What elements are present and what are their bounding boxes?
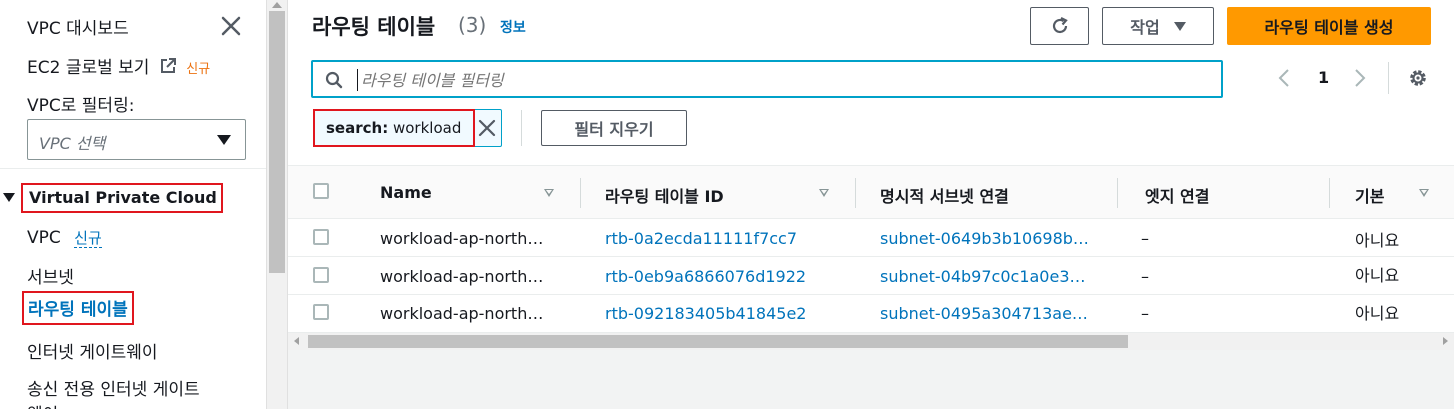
new-badge: 신규 [74,229,102,248]
scroll-left-icon[interactable] [294,337,299,345]
column-header-edge-associations[interactable]: 엣지 연결 [1145,183,1209,207]
cell-route-table-id[interactable]: rtb-0eb9a6866076d1922 [605,267,806,286]
cell-main: 아니요 [1355,231,1400,250]
cell-route-table-id[interactable]: rtb-092183405b41845e2 [605,304,806,323]
sort-icon[interactable] [819,189,829,197]
vpc-filter-label: VPC로 필터링: [27,96,135,116]
sort-icon[interactable] [544,189,554,197]
sidebar-item-route-tables[interactable]: 라우팅 테이블 [22,291,134,325]
page-number[interactable]: 1 [1318,68,1329,87]
clear-filters-button[interactable]: 필터 지우기 [541,110,687,146]
route-table-filter[interactable] [311,60,1223,98]
scroll-right-icon[interactable] [1443,337,1448,345]
filter-token-label: search: workload [326,119,461,137]
gear-icon[interactable] [1408,68,1428,88]
column-header-main[interactable]: 기본 [1355,183,1384,207]
row-checkbox[interactable] [313,304,329,320]
search-icon [325,71,343,89]
text-cursor [357,69,358,91]
table-row[interactable]: workload-ap-north… rtb-092183405b41845e2… [288,295,1454,333]
caret-down-icon [217,135,231,145]
sidebar-item-subnets[interactable]: 서브넷 [27,263,74,288]
caret-down-icon [3,193,15,202]
filter-token-value: workload [392,119,462,137]
search-input[interactable] [361,67,1201,93]
column-resizer[interactable] [1329,178,1330,208]
column-resizer[interactable] [855,178,856,208]
row-checkbox[interactable] [313,229,329,245]
actions-label: 작업 [1130,18,1160,37]
external-link-icon [160,58,176,73]
nav-ec2-global-label: EC2 글로벌 보기 [27,58,150,78]
cell-route-table-id[interactable]: rtb-0a2ecda11111f7cc7 [605,229,797,248]
refresh-button[interactable] [1030,7,1089,45]
cell-name: workload-ap-north… [380,267,544,286]
divider [521,110,522,146]
column-header-explicit-subnet[interactable]: 명시적 서브넷 연결 [880,183,1009,207]
vpc-select-placeholder: VPC 선택 [39,134,106,153]
cell-name: workload-ap-north… [380,304,544,323]
table-horizontal-scrollbar[interactable] [288,333,1454,350]
sidebar-scrollbar[interactable] [266,0,288,409]
divider [1388,62,1389,94]
vpc-select-dropdown[interactable]: VPC 선택 [27,119,246,160]
cell-subnet[interactable]: subnet-0495a304713ae… [880,304,1088,323]
chevron-right-icon[interactable] [1353,68,1367,88]
sidebar-item-egress-only-igw-cont[interactable]: 웨이 [27,400,58,409]
table-row[interactable]: workload-ap-north… rtb-0eb9a6866076d1922… [288,257,1454,295]
scroll-up-icon[interactable] [272,2,282,8]
info-link[interactable]: 정보 [500,17,526,37]
sort-icon[interactable] [1419,189,1429,197]
close-icon[interactable] [219,14,243,38]
divider [0,168,266,169]
table-row[interactable]: workload-ap-north… rtb-0a2ecda11111f7cc7… [288,219,1454,257]
chevron-left-icon[interactable] [1277,68,1291,88]
refresh-icon [1052,17,1068,34]
sidebar-item-egress-only-igw[interactable]: 송신 전용 인터넷 게이트 [27,375,200,400]
side-navigation: VPC 대시보드 EC2 글로벌 보기 신규 VPC로 필터링: VPC 선택 … [0,0,266,409]
dismiss-icon[interactable] [475,116,499,140]
cell-name: workload-ap-north… [380,229,544,248]
nav-section-title: Virtual Private Cloud [21,182,223,213]
cell-main: 아니요 [1355,304,1400,323]
nav-ec2-global-view[interactable]: EC2 글로벌 보기 신규 [27,53,210,78]
new-badge: 신규 [186,62,211,77]
page-background [288,350,1454,409]
column-resizer[interactable] [1117,178,1118,208]
nav-vpc-dashboard[interactable]: VPC 대시보드 [27,14,129,39]
cell-edge: – [1141,304,1149,323]
sidebar-item-vpc[interactable]: VPC 신규 [27,227,102,248]
scrollbar-thumb[interactable] [308,335,1128,348]
column-resizer[interactable] [580,178,581,208]
table-header: Name 라우팅 테이블 ID 명시적 서브넷 연결 엣지 연결 기본 [288,165,1454,219]
caret-down-icon [1173,21,1186,31]
column-header-name[interactable]: Name [380,183,432,202]
page-title: 라우팅 테이블 [312,15,436,39]
cell-subnet[interactable]: subnet-04b97c0c1a0e3… [880,267,1086,286]
row-checkbox[interactable] [313,267,329,283]
column-header-route-table-id[interactable]: 라우팅 테이블 ID [605,183,724,207]
actions-button[interactable]: 작업 [1102,7,1214,45]
main-content: 라우팅 테이블 (3) 정보 작업 라우팅 테이블 생성 1 search: w… [288,0,1454,409]
filter-token-key: search: [326,119,389,137]
create-route-table-button[interactable]: 라우팅 테이블 생성 [1227,7,1431,45]
cell-main: 아니요 [1355,266,1400,285]
sidebar-item-internet-gateways[interactable]: 인터넷 게이트웨이 [27,338,158,363]
cell-subnet[interactable]: subnet-0649b3b10698b… [880,229,1089,248]
item-count: (3) [458,13,487,37]
cell-edge: – [1141,267,1149,286]
select-all-checkbox[interactable] [313,183,329,199]
sidebar-item-label: VPC [27,228,61,248]
scrollbar-thumb[interactable] [269,11,285,273]
filter-token: search: workload [313,109,502,147]
cell-edge: – [1141,229,1149,248]
nav-section-vpc[interactable]: Virtual Private Cloud [3,181,223,214]
